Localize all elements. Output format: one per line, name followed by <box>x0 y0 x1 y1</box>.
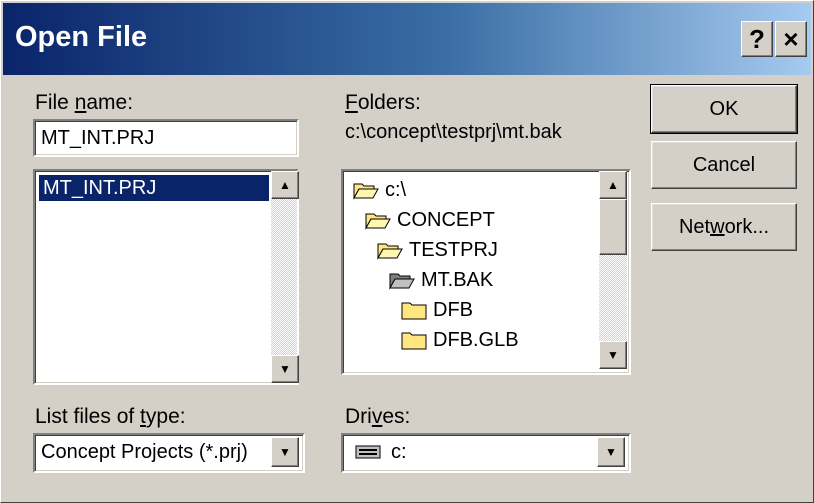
drive-icon <box>355 445 381 459</box>
file-type-value: Concept Projects (*.prj) <box>41 441 248 463</box>
tree-label: DFB.GLB <box>433 328 519 351</box>
help-button[interactable]: ? <box>741 21 773 57</box>
tree-item-root[interactable]: c:\ <box>353 175 406 205</box>
file-list[interactable]: MT_INT.PRJ ▲ ▼ <box>33 169 299 385</box>
tree-item-concept[interactable]: CONCEPT <box>365 205 495 235</box>
chevron-down-icon[interactable]: ▼ <box>271 437 299 467</box>
tree-label: MT.BAK <box>421 268 494 291</box>
close-button[interactable]: × <box>775 21 807 57</box>
scroll-down-icon[interactable]: ▼ <box>271 355 299 383</box>
folder-tree[interactable]: c:\ CONCEPT TESTPRJ MT.BAK DFB DFB.GLB ▲… <box>341 169 631 375</box>
title-bar[interactable]: Open File ? × <box>3 3 811 75</box>
tree-label: DFB <box>433 298 473 321</box>
tree-label: TESTPRJ <box>409 238 498 261</box>
folder-tree-scrollbar[interactable]: ▲ ▼ <box>599 171 627 369</box>
tree-label: c:\ <box>385 178 407 201</box>
folders-label: Folders: <box>345 91 421 114</box>
tree-item-mtbak[interactable]: MT.BAK <box>389 265 493 295</box>
window-title: Open File <box>15 21 148 53</box>
folders-path: c:\concept\testprj\mt.bak <box>345 121 562 143</box>
file-type-select[interactable]: Concept Projects (*.prj) ▼ <box>33 433 305 473</box>
current-folder-icon <box>389 273 415 290</box>
open-folder-icon <box>353 183 379 200</box>
file-list-item-selected[interactable]: MT_INT.PRJ <box>38 174 270 202</box>
tree-item-dfb[interactable]: DFB <box>401 295 473 325</box>
tree-item-dfbglb[interactable]: DFB.GLB <box>401 325 519 355</box>
drives-value: c: <box>391 441 407 463</box>
file-type-label: List files of type: <box>35 405 186 428</box>
open-folder-icon <box>365 213 391 230</box>
file-name-label: File name: <box>35 91 134 114</box>
open-folder-icon <box>377 243 403 260</box>
chevron-down-icon[interactable]: ▼ <box>597 437 625 467</box>
scroll-down-icon[interactable]: ▼ <box>599 341 627 369</box>
file-name-input[interactable]: MT_INT.PRJ <box>33 119 299 157</box>
drives-label: Drives: <box>345 405 411 428</box>
open-file-dialog: Open File ? × File name: MT_INT.PRJ MT_I… <box>0 0 814 503</box>
scroll-up-icon[interactable]: ▲ <box>599 171 627 199</box>
scroll-up-icon[interactable]: ▲ <box>271 171 299 199</box>
drives-select[interactable]: c: ▼ <box>341 433 631 473</box>
cancel-button[interactable]: Cancel <box>651 141 797 189</box>
scroll-thumb[interactable] <box>599 199 627 255</box>
network-button[interactable]: Network... <box>651 203 797 251</box>
ok-button[interactable]: OK <box>650 84 798 134</box>
tree-label: CONCEPT <box>397 208 495 231</box>
file-name-value: MT_INT.PRJ <box>41 127 155 149</box>
folder-icon <box>401 332 427 350</box>
folder-icon <box>401 302 427 320</box>
file-list-scrollbar[interactable]: ▲ ▼ <box>271 171 299 383</box>
tree-item-testprj[interactable]: TESTPRJ <box>377 235 498 265</box>
